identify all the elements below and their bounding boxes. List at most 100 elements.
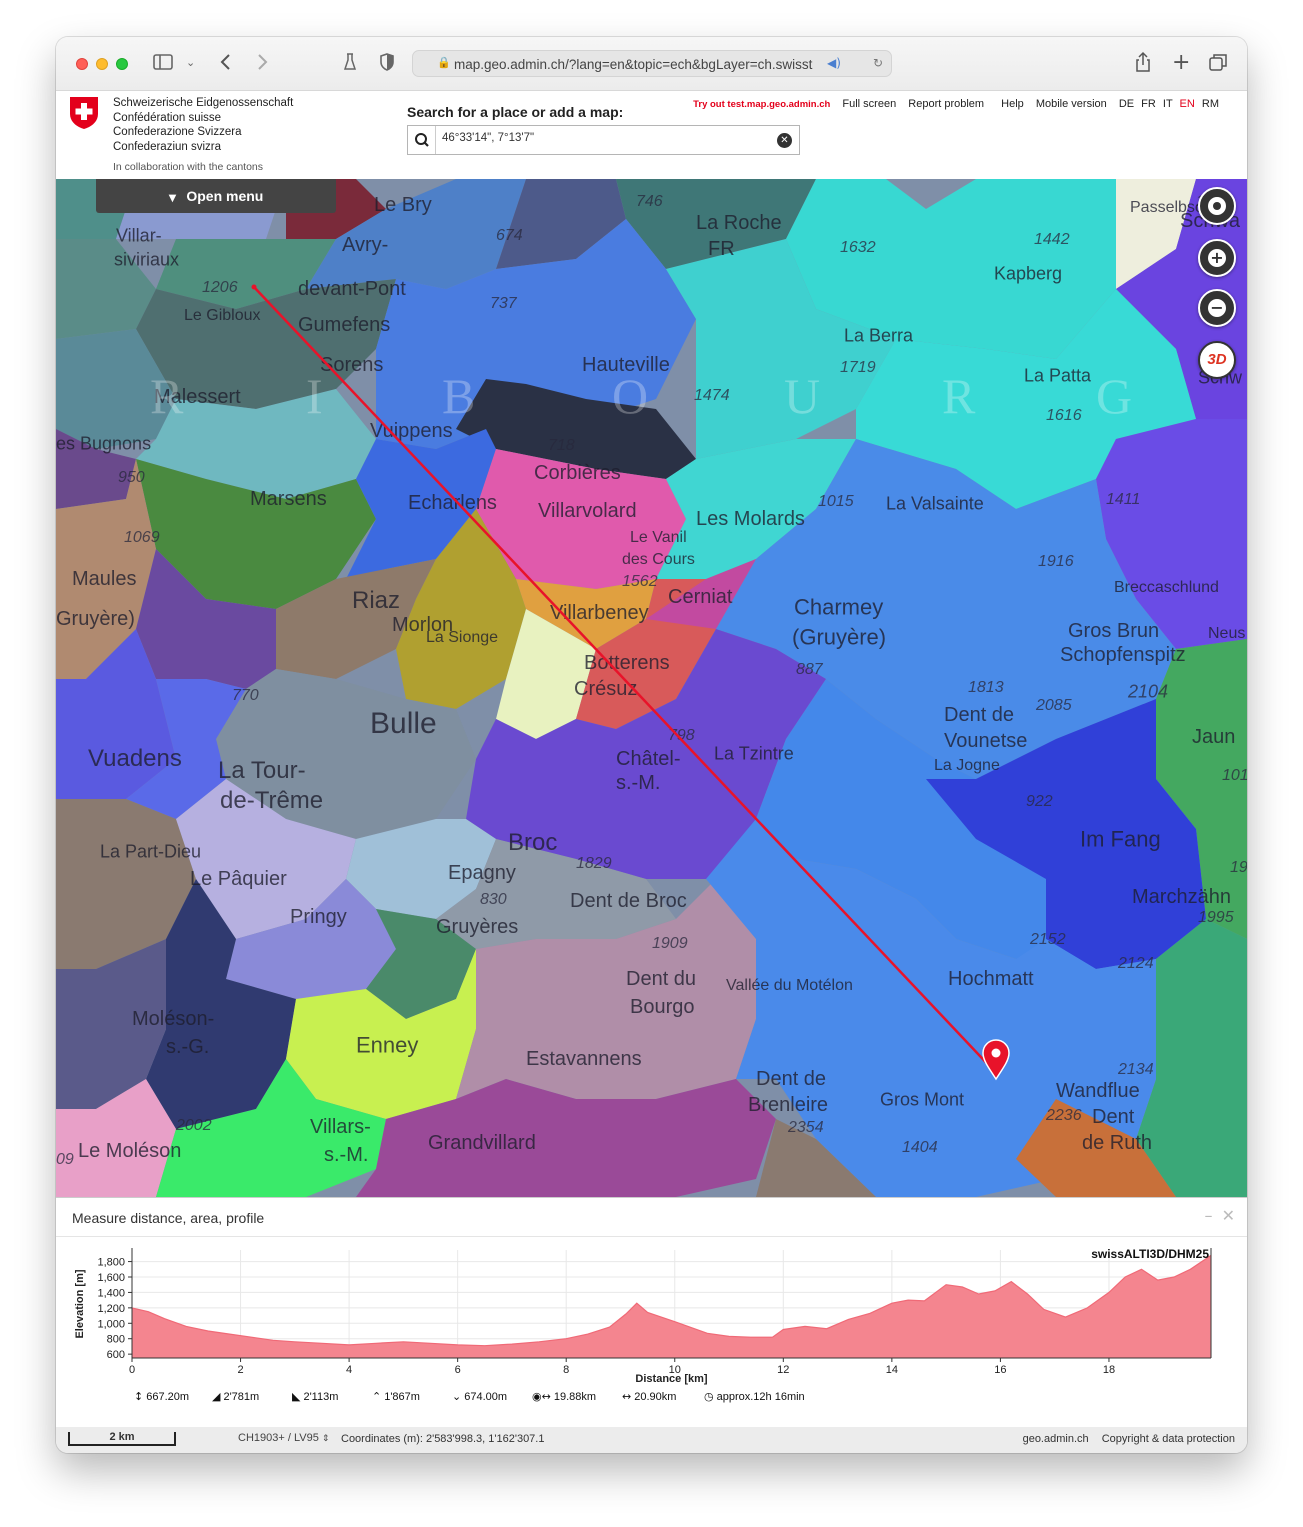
map-place-label: Schopfenspitz [1060,644,1186,666]
lang-rm[interactable]: RM [1202,98,1219,110]
elevation-source-label: swissALTI3D/DHM25 [1091,1247,1209,1261]
map-place-label: Gruyère) [56,608,135,630]
map-labels-layer: Le Bry Avry-devant-Pont Villar-siviriaux 12… [56,193,1247,1168]
region-letter: B [442,368,475,424]
x-tick-label: 18 [1103,1364,1115,1376]
map-place-label: 1474 [694,387,730,404]
map-place-label: Marsens [250,488,327,510]
x-tick-label: 2 [237,1364,243,1376]
ascent-icon: ◢ [212,1390,221,1403]
map-place-label: 950 [118,469,145,486]
map-place-label: Wandflue [1056,1080,1140,1102]
map-place-label: 2354 [787,1119,824,1136]
profile-stat: ◉↔ 19.88km [532,1390,596,1403]
x-axis-label: Distance [km] [635,1373,707,1385]
slope-distance-icon: ↔ [622,1390,632,1403]
map-place-label: Marchzähn [1132,886,1231,908]
zoom-in-button[interactable]: + [1198,239,1236,277]
search-box[interactable]: ✕ [407,125,800,155]
x-tick-label: 8 [563,1364,569,1376]
elevation-area [132,1255,1211,1358]
help-link[interactable]: Help [1001,98,1024,110]
map-place-label: 674 [496,227,523,244]
lang-it[interactable]: IT [1163,98,1173,110]
lang-fr[interactable]: FR [1141,98,1156,110]
x-tick-label: 6 [455,1364,461,1376]
map-place-label: La Roche [696,212,782,234]
map-place-label: 1995 [1198,909,1234,926]
place-labels: Le Bry Avry-devant-Pont Villar-siviriaux 12… [56,193,1247,1168]
shield-icon[interactable] [378,51,396,80]
x-tick-label: 4 [346,1364,352,1376]
map-place-label: Enney [356,1033,418,1058]
measure-panel-title: Measure distance, area, profile [72,1210,265,1226]
address-bar[interactable]: 🔒 map.geo.admin.ch/?lang=en&topic=ech&bg… [412,50,892,77]
3d-button[interactable]: 3D [1198,341,1236,379]
elevation-profile-chart[interactable]: 6008001,0001,2001,4001,6001,8000 2 4 6 8 10 12… [56,1238,1247,1388]
map-place-label: 1069 [124,529,160,546]
y-tick-label: 1,600 [97,1272,125,1284]
map-place-label: FR [708,238,735,260]
audio-translate-icon[interactable]: ◀) [827,56,841,70]
share-icon[interactable] [1134,51,1152,80]
map-place-label: Riaz [352,587,400,614]
new-tab-icon[interactable]: + [1172,51,1190,75]
select-arrows-icon: ⇕ [321,1434,330,1444]
minimize-icon[interactable]: – [1205,1206,1213,1225]
tab-overview-icon[interactable] [1208,51,1228,80]
map-place-label: 922 [1026,793,1053,810]
fullscreen-link[interactable]: Full screen [842,98,896,110]
privacy-report-icon[interactable] [342,51,358,80]
browser-toolbar: ⌄ 🔒 map.geo.admin.ch/?lang=en&topic=ech&… [56,37,1247,91]
search-icon[interactable] [408,126,436,154]
map-view[interactable]: Le Bry Avry-devant-Pont Villar-siviriaux 12… [56,179,1247,1197]
map-place-label: Pringy [290,906,347,928]
test-site-link[interactable]: Try out test.map.geo.admin.ch [693,99,830,110]
search-label: Search for a place or add a map: [407,104,624,120]
copyright-link[interactable]: Copyright & data protection [1102,1433,1235,1445]
geolocation-button[interactable] [1198,187,1236,225]
close-window-button[interactable] [76,58,88,70]
close-icon[interactable]: ✕ [1222,1206,1235,1225]
map-place-label: Dent du [626,968,696,990]
zoom-out-button[interactable]: − [1198,289,1236,327]
map-place-label: 830 [480,891,507,908]
measure-start-point[interactable] [251,284,257,290]
minimize-window-button[interactable] [96,58,108,70]
crs-select[interactable]: CH1903+ / LV95 ⇕ [232,1430,335,1448]
chevron-down-icon[interactable]: ⌄ [186,51,195,75]
map-place-label: des Cours [622,551,695,568]
location-marker-icon[interactable] [982,1039,1010,1081]
map-place-label: Gros Brun [1068,620,1159,642]
clear-search-icon[interactable]: ✕ [777,133,792,148]
back-icon[interactable] [218,51,234,80]
crs-value: CH1903+ / LV95 [238,1432,319,1444]
region-letter: I [306,368,323,424]
panel-divider [56,1236,1247,1237]
geo-admin-link[interactable]: geo.admin.ch [1023,1433,1089,1445]
mobile-version-link[interactable]: Mobile version [1036,98,1107,110]
map-place-label: Sorens [320,354,383,376]
geolocation-icon [1208,197,1226,215]
search-input[interactable] [442,132,762,144]
sidebar-icon[interactable] [152,51,174,80]
map-place-label: 1015 [818,493,854,510]
reload-icon[interactable]: ↻ [873,56,883,70]
forward-icon[interactable] [254,51,270,80]
map-place-label: Villarbeney [550,602,649,624]
map-place-label: Dent de Broc [570,890,687,912]
map-place-label: La Jogne [934,757,1000,774]
map-place-label: Le Bry [374,194,432,216]
map-place-label: Gumefens [298,314,390,336]
x-tick-label: 12 [777,1364,789,1376]
lang-de[interactable]: DE [1119,98,1134,110]
y-tick-label: 1,400 [97,1287,125,1299]
map-place-label: La Patta [1024,365,1092,385]
lang-en[interactable]: EN [1180,98,1195,110]
open-menu-button[interactable]: ▼ Open menu [96,179,336,213]
map-place-label: 1829 [576,855,612,872]
zoom-window-button[interactable] [116,58,128,70]
report-problem-link[interactable]: Report problem [908,98,984,110]
confederation-names: Schweizerische Eidgenossenschaft Confédé… [113,96,293,154]
swiss-coat-of-arms-icon[interactable] [69,96,99,130]
